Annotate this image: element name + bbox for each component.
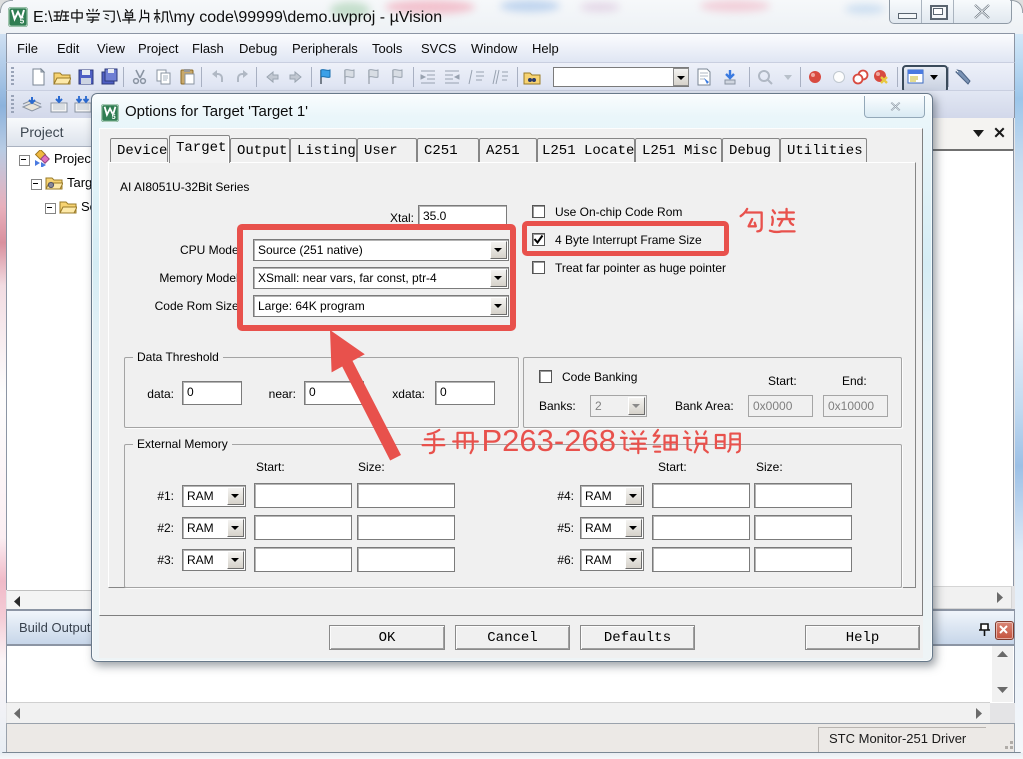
svg-text:5: 5: [112, 112, 116, 121]
svg-text:5: 5: [20, 17, 25, 26]
